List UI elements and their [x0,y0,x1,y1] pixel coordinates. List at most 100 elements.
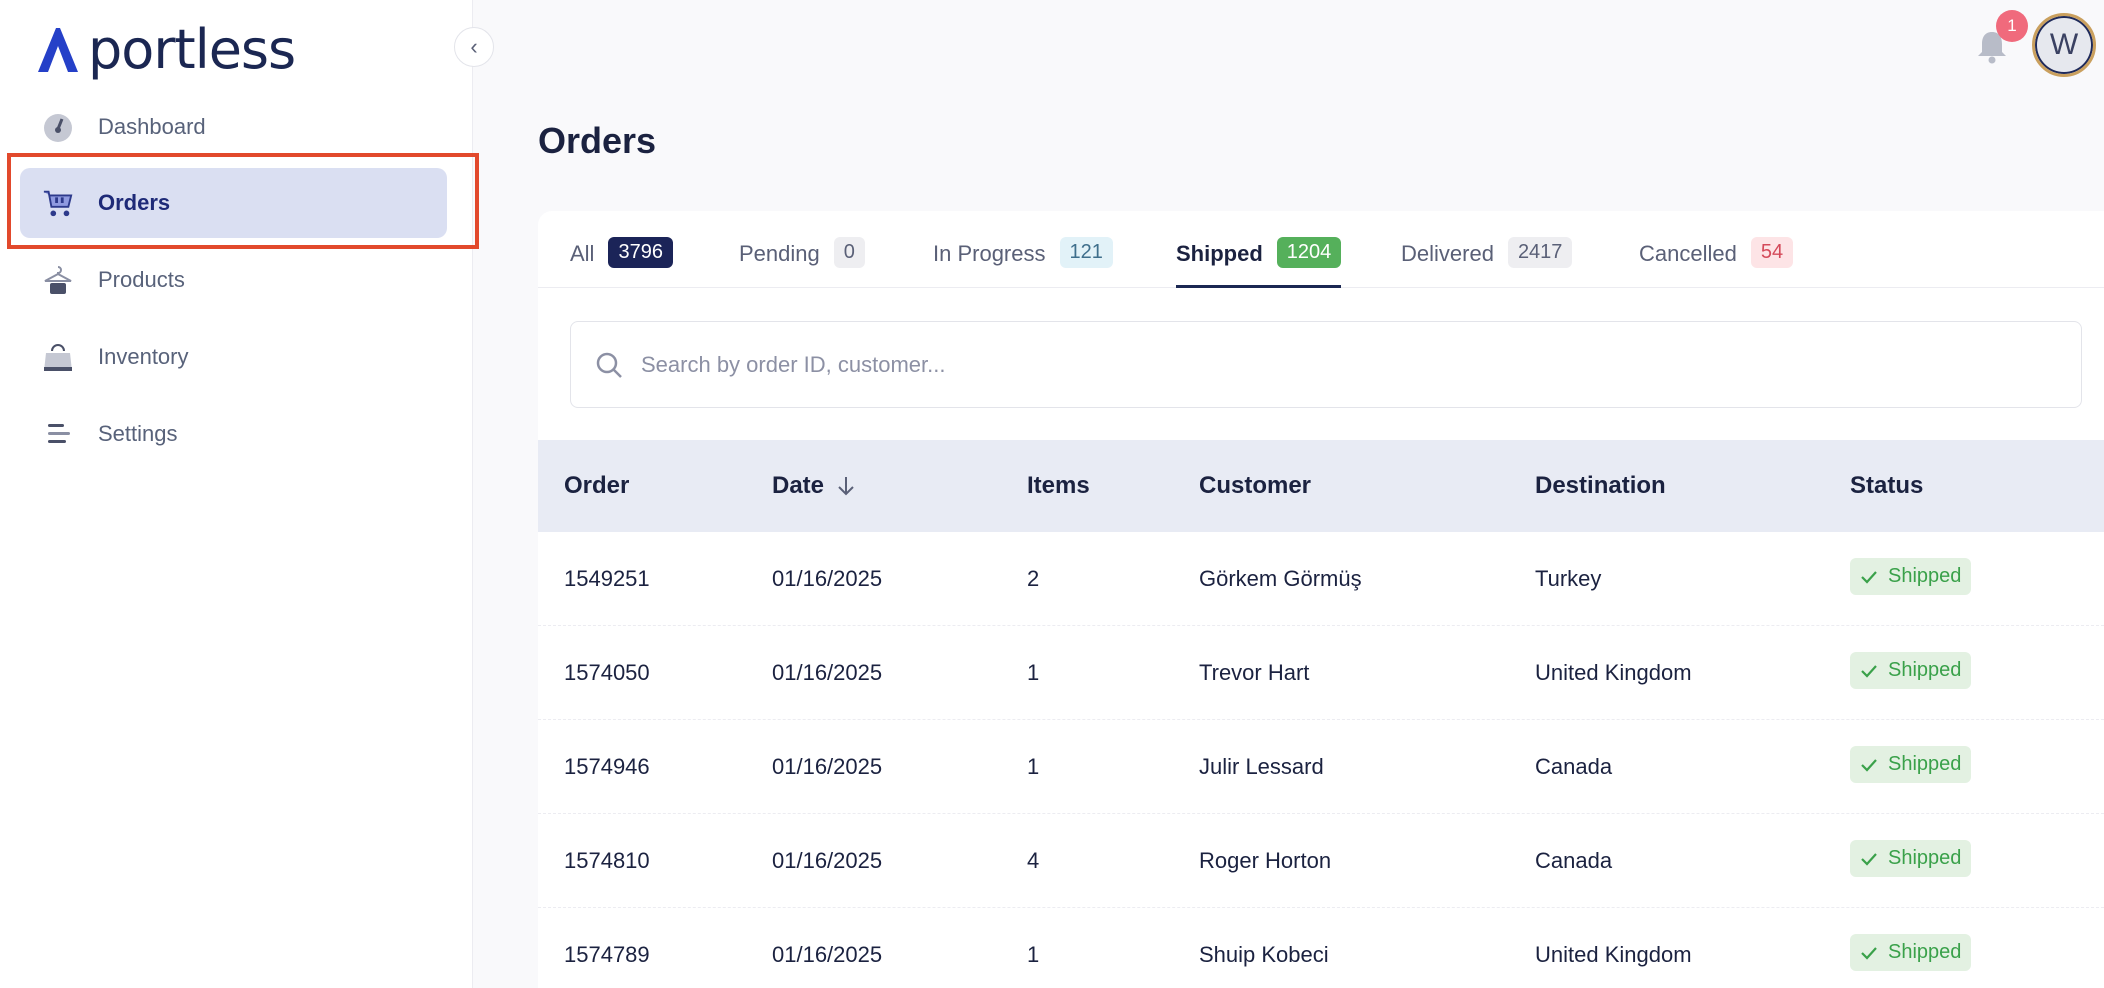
search-box[interactable] [570,321,2082,408]
cell-customer: Julir Lessard [1199,754,1324,779]
table-row[interactable]: 1574946 01/16/2025 1 Julir Lessard Canada Shi… [538,720,2104,814]
sort-arrow-down-icon [838,477,854,496]
checkmark-icon [1861,946,1877,960]
status-badge: Shipped [1850,652,1972,689]
hanger-icon [42,264,74,296]
orders-card: All 3796 Pending 0 In Progress 121 Shipp… [538,211,2104,988]
status-label: Shipped [1888,847,1962,869]
cell-customer: Shuip Kobeci [1199,942,1329,967]
tab-label: Pending [739,241,820,266]
column-header-items[interactable]: Items [1027,440,1090,532]
tab-count-badge: 0 [833,237,865,268]
tab-count-badge: 54 [1750,237,1794,268]
cell-customer: Trevor Hart [1199,660,1310,685]
status-badge: Shipped [1850,558,1972,595]
tab-label: All [570,241,595,266]
status-label: Shipped [1888,565,1962,587]
column-label: Order [564,472,630,499]
cell-order: 1574789 [564,942,650,967]
tab-label: Delivered [1401,241,1494,266]
search-icon [596,352,622,378]
cell-destination: United Kingdom [1535,942,1692,967]
cell-items: 1 [1027,660,1040,685]
tab-pending[interactable]: Pending 0 [739,231,865,288]
column-header-destination[interactable]: Destination [1535,440,1666,532]
sidebar-item-label: Products [98,267,185,292]
cell-destination: Turkey [1535,566,1602,591]
cell-items: 1 [1027,754,1040,779]
table-row[interactable]: 1574810 01/16/2025 4 Roger Horton Canada Ship… [538,814,2104,908]
tab-delivered[interactable]: Delivered 2417 [1401,231,1573,288]
sidebar-item-inventory[interactable]: Inventory [20,322,447,392]
cell-items: 2 [1027,566,1040,591]
tab-count-badge: 2417 [1507,237,1573,268]
page-title: Orders [538,120,657,161]
column-header-status[interactable]: Status [1850,440,1923,532]
cell-order: 1549251 [564,566,650,591]
sidebar-item-label: Dashboard [98,114,206,139]
column-header-customer[interactable]: Customer [1199,440,1311,532]
sidebar: portless Dashboard Orders Products Inven… [0,0,479,988]
status-badge: Shipped [1850,746,1972,783]
collapse-sidebar-button[interactable]: ‹ [454,27,494,67]
table-row[interactable]: 1574789 01/16/2025 1 Shuip Kobeci United Kin… [538,908,2104,988]
sidebar-item-products[interactable]: Products [20,245,447,315]
status-badge: Shipped [1850,840,1972,877]
column-label: Customer [1199,472,1312,499]
table-row[interactable]: 1549251 01/16/2025 2 Görkem Görmüş Turkey Shi… [538,532,2104,626]
cell-destination: United Kingdom [1535,660,1692,685]
tab-count-badge: 3796 [608,237,673,268]
checkmark-icon [1861,664,1877,678]
column-header-date[interactable]: Date [772,440,856,532]
column-label: Destination [1535,472,1666,499]
brand-name: portless [88,18,296,81]
cell-order: 1574050 [564,660,650,685]
sidebar-item-dashboard[interactable]: Dashboard [20,92,447,162]
cell-customer: Roger Horton [1199,848,1332,873]
column-header-order[interactable]: Order [564,440,629,532]
gauge-icon [42,111,74,143]
sliders-icon [42,418,74,450]
status-label: Shipped [1888,659,1962,681]
user-avatar[interactable]: W [2032,13,2096,77]
tab-count-badge: 1204 [1276,237,1342,268]
tab-in-progress[interactable]: In Progress 121 [933,231,1113,288]
search-input[interactable] [641,351,2041,378]
sidebar-item-label: Settings [98,421,178,446]
table-row[interactable]: 1574050 01/16/2025 1 Trevor Hart United King… [538,626,2104,720]
column-label: Date [772,472,825,499]
column-label: Status [1850,472,1924,499]
cell-order: 1574946 [564,754,650,779]
checkmark-icon [1861,758,1877,772]
chevron-left-icon: ‹ [470,34,478,59]
cell-destination: Canada [1535,754,1613,779]
sidebar-item-label: Inventory [98,344,189,369]
checkmark-icon [1861,570,1877,584]
status-badge: Shipped [1850,934,1972,971]
cell-customer: Görkem Görmüş [1199,566,1362,591]
tab-label: Shipped [1176,241,1263,266]
cart-icon [42,187,74,219]
tab-all[interactable]: All 3796 [570,231,673,288]
cell-order: 1574810 [564,848,650,873]
table-header: Order Date Items Customer Destination St… [538,440,2104,532]
column-label: Items [1027,472,1090,499]
cell-date: 01/16/2025 [772,848,883,873]
tab-label: Cancelled [1639,241,1737,266]
cell-date: 01/16/2025 [772,660,883,685]
brand-logo[interactable]: portless [38,18,296,81]
bag-icon [42,341,74,373]
tab-cancelled[interactable]: Cancelled 54 [1639,231,1794,288]
cell-items: 4 [1027,848,1040,873]
cell-date: 01/16/2025 [772,566,883,591]
sidebar-item-label: Orders [98,190,171,215]
sidebar-item-settings[interactable]: Settings [20,399,447,469]
sidebar-item-orders[interactable]: Orders [20,168,447,238]
logo-mark-icon [38,28,78,72]
status-tabs: All 3796 Pending 0 In Progress 121 Shipp… [538,211,2104,288]
notification-badge: 1 [1996,10,2028,42]
tab-count-badge: 121 [1059,237,1113,268]
tab-shipped[interactable]: Shipped 1204 [1176,231,1342,288]
checkmark-icon [1861,852,1877,866]
cell-items: 1 [1027,942,1040,967]
